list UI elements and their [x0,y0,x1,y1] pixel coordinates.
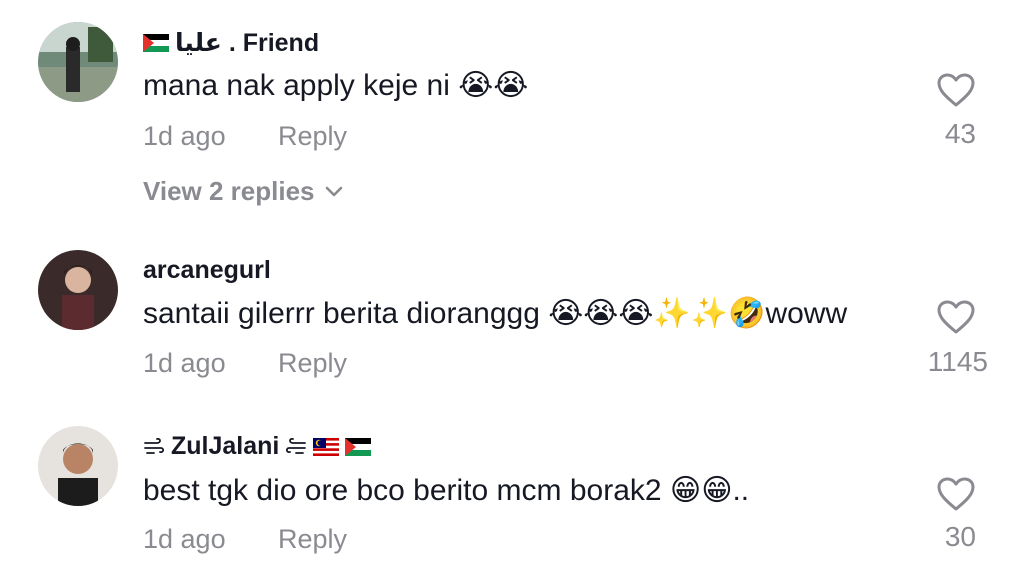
avatar[interactable] [38,426,118,506]
comment-username[interactable]: عليا . Friend [143,28,319,58]
comment-username[interactable]: ZulJalani [143,432,372,461]
comment-text: mana nak apply keje ni 😭😭 [143,69,529,102]
avatar[interactable] [38,22,118,102]
heart-icon[interactable] [937,477,975,511]
comment-text: santaii gilerrr berita dioranggg 😭😭😭✨✨🤣w… [143,297,848,330]
reply-button[interactable]: Reply [278,524,347,555]
comment-timestamp: 1d ago [143,524,226,554]
comment-text: best tgk dio ore bco berito mcm borak2 😁… [143,474,750,507]
palestine-flag-icon [345,437,372,456]
comment-timestamp: 1d ago [143,121,226,151]
like-count: 43 [944,118,976,149]
malaysia-flag-icon [313,437,340,456]
heart-icon[interactable] [937,300,975,334]
view-replies-button[interactable]: View 2 replies [143,176,343,207]
avatar[interactable] [38,250,118,330]
like-count: 30 [944,521,976,552]
wind-decoration-icon [286,437,307,454]
reply-button[interactable]: Reply [278,121,347,152]
comment-timestamp: 1d ago [143,348,226,378]
heart-icon[interactable] [937,73,975,107]
chevron-down-icon [325,186,342,196]
wind-decoration-icon [144,437,165,454]
like-count: 1145 [927,346,988,377]
reply-button[interactable]: Reply [278,348,347,379]
palestine-flag-icon [143,34,169,52]
comment-username[interactable]: arcanegurl [143,256,271,285]
